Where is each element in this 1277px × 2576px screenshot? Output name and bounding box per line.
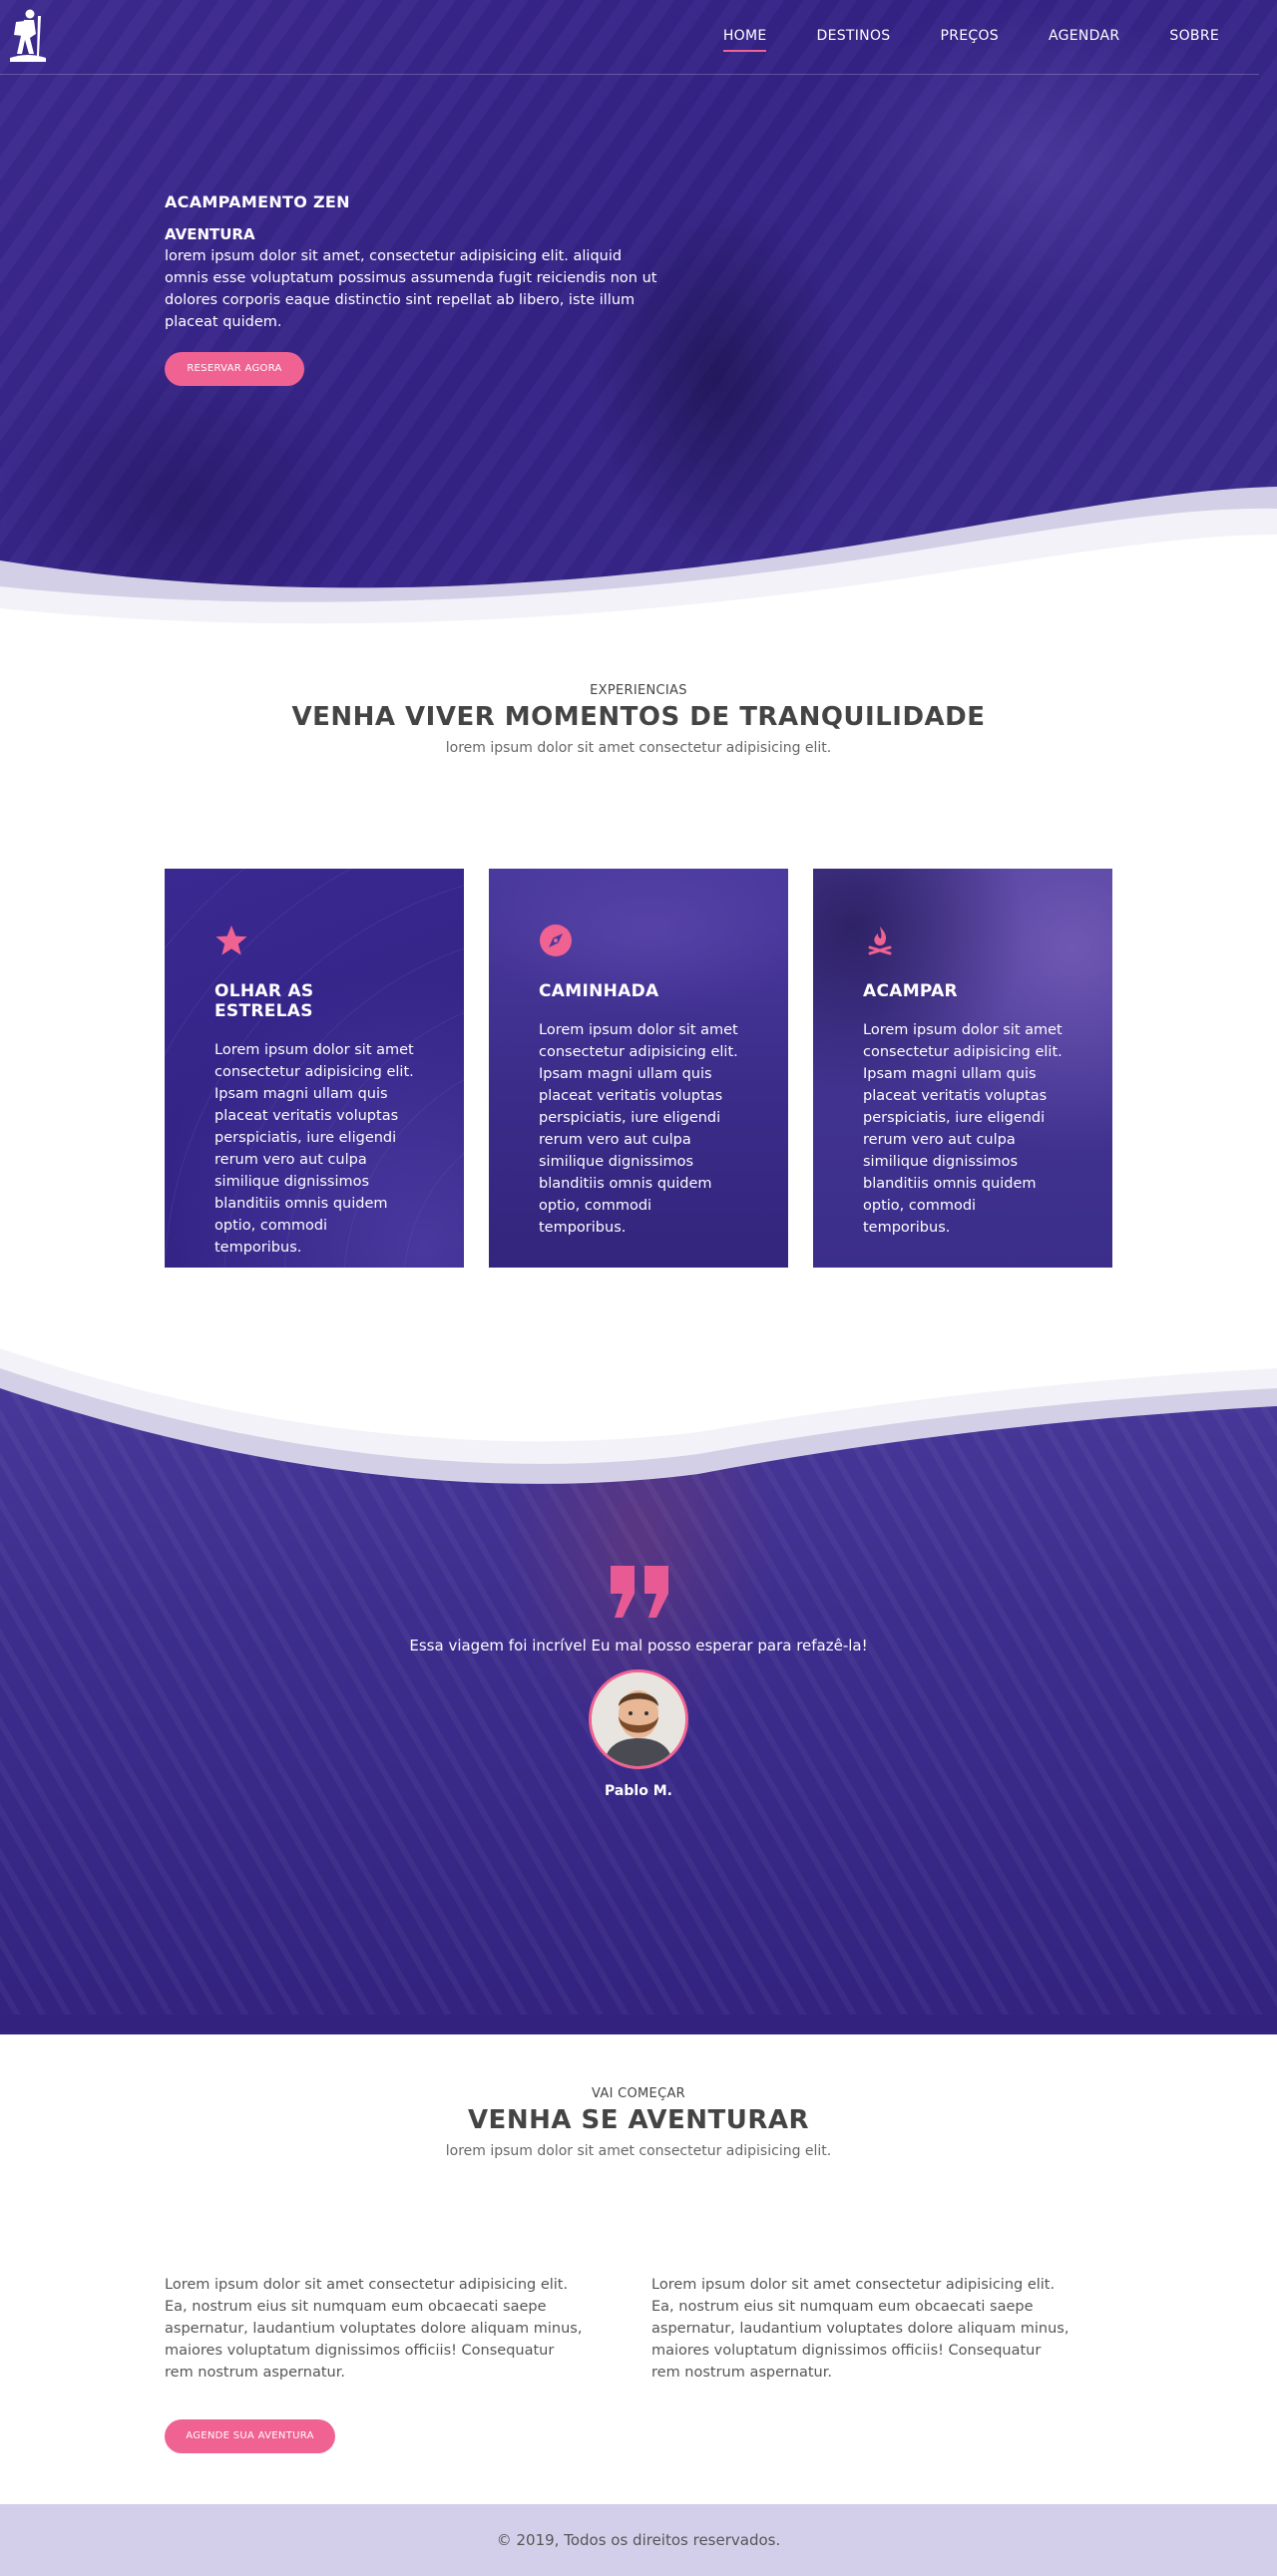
experiences-title: VENHA VIVER MOMENTOS DE TRANQUILIDADE — [291, 702, 986, 732]
card-title: CAMINHADA — [539, 981, 659, 1001]
hero-description: lorem ipsum dolor sit amet, consectetur … — [165, 248, 657, 330]
nav-destinos[interactable]: DESTINOS — [816, 28, 890, 52]
card-text: Lorem ipsum dolor sit amet consectetur a… — [863, 1022, 1063, 1236]
adventure-section: VAI COMEÇAR VENHA SE AVENTURAR lorem ips… — [0, 2034, 1277, 2504]
schedule-button[interactable]: AGENDE SUA AVENTURA — [165, 2419, 335, 2453]
nav-sobre[interactable]: SOBRE — [1169, 28, 1219, 52]
reserve-button[interactable]: RESERVAR AGORA — [165, 352, 304, 386]
hero-section: HOME DESTINOS PREÇOS AGENDAR SOBRE ACAMP… — [0, 0, 1277, 638]
avatar — [589, 1669, 688, 1769]
quote-icon — [611, 1566, 668, 1618]
main-menu: HOME DESTINOS PREÇOS AGENDAR SOBRE — [722, 28, 1219, 52]
nav-precos[interactable]: PREÇOS — [940, 28, 999, 52]
testimonial-bottom-edge — [0, 2015, 1277, 2034]
nav-home[interactable]: HOME — [722, 28, 767, 52]
card-title: OLHAR AS ESTRELAS — [214, 981, 314, 1021]
experiences-lead: lorem ipsum dolor sit amet consectetur a… — [445, 740, 832, 756]
adventure-text-right: Lorem ipsum dolor sit amet consectetur a… — [651, 2277, 1069, 2381]
testimonial-wave — [0, 1336, 1277, 1484]
adventure-text-left: Lorem ipsum dolor sit amet consectetur a… — [165, 2277, 583, 2381]
star-icon — [215, 925, 247, 955]
adventure-lead: lorem ipsum dolor sit amet consectetur a… — [445, 2143, 832, 2159]
compass-icon — [540, 924, 572, 956]
card-hiking: CAMINHADA Lorem ipsum dolor sit amet con… — [489, 869, 788, 1268]
hiker-icon[interactable] — [8, 8, 48, 62]
card-text: Lorem ipsum dolor sit amet consectetur a… — [214, 1042, 414, 1256]
adventure-title: VENHA SE AVENTURAR — [467, 2105, 810, 2135]
testimonial-author: Pablo M. — [605, 1783, 672, 1799]
card-title: ACAMPAR — [863, 981, 958, 1001]
hero-title: ACAMPAMENTO ZEN — [165, 192, 350, 211]
avatar-image — [592, 1672, 685, 1766]
adventure-columns: Lorem ipsum dolor sit amet consectetur a… — [165, 2274, 1073, 2384]
hero-subtitle: AVENTURA — [165, 225, 255, 243]
adventure-header: VAI COMEÇAR VENHA SE AVENTURAR lorem ips… — [0, 2086, 1277, 2159]
experience-cards: OLHAR AS ESTRELAS Lorem ipsum dolor sit … — [165, 869, 1112, 1268]
card-camping: ACAMPAR Lorem ipsum dolor sit amet conse… — [813, 869, 1112, 1268]
experiences-header: EXPERIENCIAS VENHA VIVER MOMENTOS DE TRA… — [0, 683, 1277, 756]
campfire-icon — [868, 926, 892, 955]
hero-text: ACAMPAMENTO ZEN AVENTURA lorem ipsum dol… — [165, 192, 663, 333]
testimonial-quote: Essa viagem foi incrível Eu mal posso es… — [409, 1637, 868, 1655]
experiences-section: EXPERIENCIAS VENHA VIVER MOMENTOS DE TRA… — [0, 638, 1277, 1336]
card-text: Lorem ipsum dolor sit amet consectetur a… — [539, 1022, 738, 1236]
top-nav: HOME DESTINOS PREÇOS AGENDAR SOBRE — [0, 0, 1259, 75]
hero-wave — [0, 487, 1277, 638]
footer: © 2019, Todos os direitos reservados. — [0, 2504, 1277, 2576]
nav-agendar[interactable]: AGENDAR — [1049, 28, 1119, 52]
experiences-kicker: EXPERIENCIAS — [590, 683, 687, 698]
card-stargazing: OLHAR AS ESTRELAS Lorem ipsum dolor sit … — [165, 869, 464, 1268]
testimonial-section: Essa viagem foi incrível Eu mal posso es… — [0, 1336, 1277, 2034]
copyright-text: © 2019, Todos os direitos reservados. — [496, 2531, 781, 2549]
adventure-kicker: VAI COMEÇAR — [592, 2086, 685, 2101]
